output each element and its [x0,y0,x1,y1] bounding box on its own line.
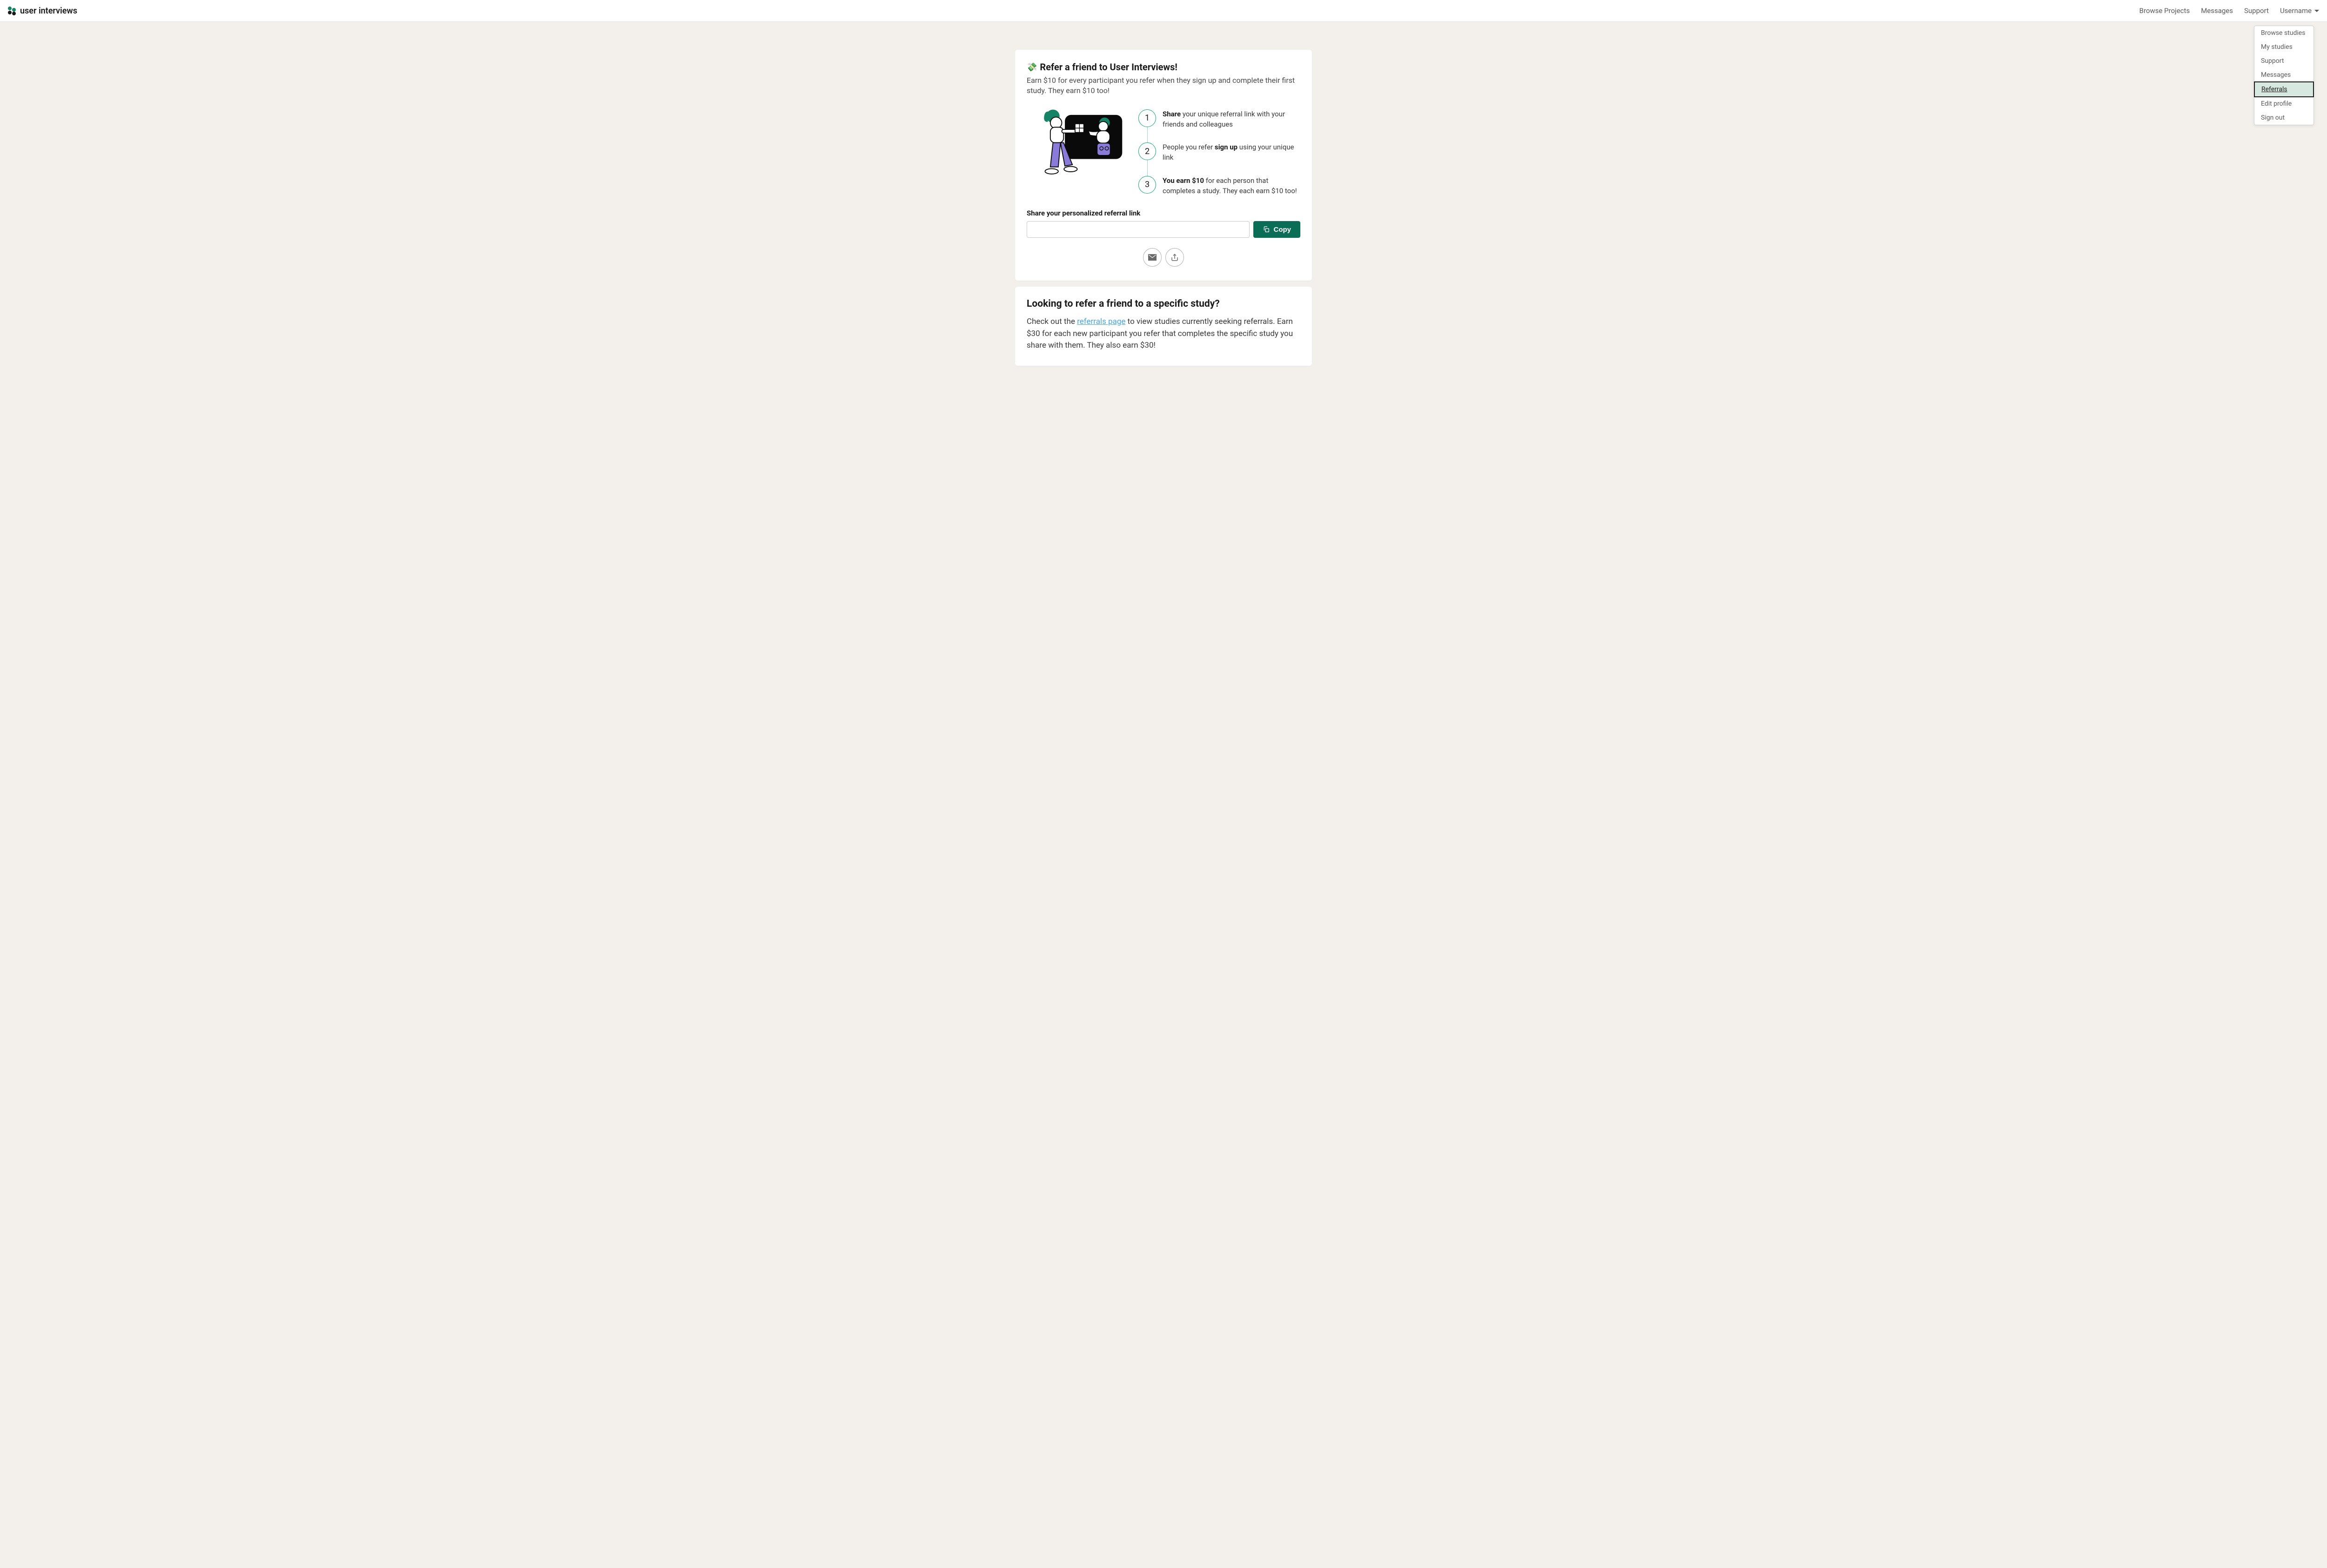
referrals-page-link[interactable]: referrals page [1077,317,1125,326]
step-1-text: Share your unique referral link with you… [1163,109,1300,130]
step-2-text: People you refer sign up using your uniq… [1163,142,1300,163]
specific-study-card: Looking to refer a friend to a specific … [1015,287,1312,366]
envelope-icon [1148,254,1157,261]
referral-illustration [1027,107,1124,188]
share-icon [1170,253,1179,262]
step-3-number: 3 [1138,176,1156,194]
steps-list: 1 Share your unique referral link with y… [1138,107,1300,196]
dropdown-messages[interactable]: Messages [2254,68,2314,82]
specific-study-title: Looking to refer a friend to a specific … [1027,298,1300,310]
step-1-number: 1 [1138,109,1156,127]
dropdown-sign-out[interactable]: Sign out [2254,111,2314,125]
referral-title: Refer a friend to User Interviews! [1040,61,1177,73]
dropdown-edit-profile[interactable]: Edit profile [2254,97,2314,111]
nav-browse-projects[interactable]: Browse Projects [2139,7,2190,15]
specific-study-body: Check out the referrals page to view stu… [1027,316,1300,352]
step-2-number: 2 [1138,142,1156,160]
step-1: 1 Share your unique referral link with y… [1138,109,1300,130]
dropdown-support[interactable]: Support [2254,54,2314,68]
step-2: 2 People you refer sign up using your un… [1138,142,1300,163]
email-share-button[interactable] [1143,248,1162,267]
copy-button[interactable]: Copy [1253,221,1301,238]
dropdown-my-studies[interactable]: My studies [2254,40,2314,54]
brand-icon [8,7,16,15]
nav-username-label: Username [2280,7,2312,15]
caret-down-icon [2314,10,2319,12]
copy-icon [1263,226,1270,233]
nav-support[interactable]: Support [2244,7,2269,15]
nav-username[interactable]: Username [2280,7,2319,15]
app-header: user interviews Browse Projects Messages… [0,0,2327,22]
step-3: 3 You earn $10 for each person that comp… [1138,176,1300,196]
copy-button-label: Copy [1274,226,1291,234]
top-nav: Browse Projects Messages Support Usernam… [2139,7,2319,15]
user-dropdown: Browse studies My studies Support Messag… [2254,26,2314,125]
referral-link-input[interactable] [1027,221,1250,238]
step-3-text: You earn $10 for each person that comple… [1163,176,1300,196]
brand-text: user interviews [20,6,77,16]
nav-messages[interactable]: Messages [2201,7,2233,15]
money-wings-icon: 💸 [1027,62,1037,72]
main-content: 💸 Refer a friend to User Interviews! Ear… [0,22,2327,372]
referral-subtitle: Earn $10 for every participant you refer… [1027,75,1300,96]
referral-card: 💸 Refer a friend to User Interviews! Ear… [1015,50,1312,281]
share-link-label: Share your personalized referral link [1027,209,1300,217]
dropdown-browse-studies[interactable]: Browse studies [2254,26,2314,40]
brand-logo[interactable]: user interviews [8,6,77,16]
share-button[interactable] [1165,248,1184,267]
dropdown-referrals[interactable]: Referrals [2254,81,2314,97]
